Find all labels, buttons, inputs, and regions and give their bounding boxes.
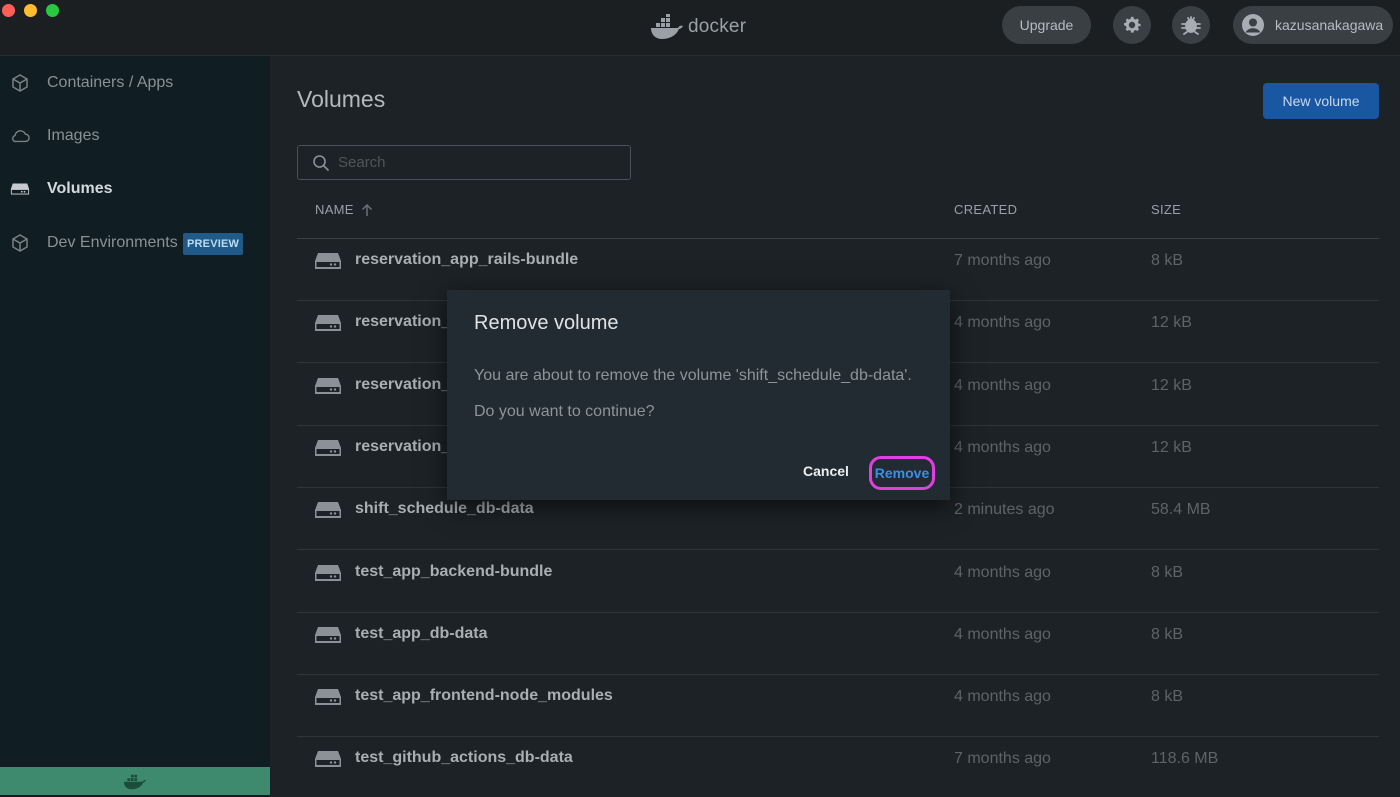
- volume-name: reservation_: [355, 437, 451, 455]
- volume-created: 4 months ago: [954, 563, 1051, 581]
- table-row[interactable]: test_app_db-data 4 months ago 8 kB: [297, 613, 1379, 675]
- sidebar-item-label: Images: [47, 127, 100, 144]
- volume-created: 4 months ago: [954, 625, 1051, 643]
- sidebar-item-label: Volumes: [47, 180, 113, 197]
- dialog-question: Do you want to continue?: [474, 403, 655, 420]
- whale-icon: [123, 774, 147, 790]
- troubleshoot-button[interactable]: [1172, 6, 1210, 44]
- volume-disk-icon: [314, 687, 342, 712]
- table-row[interactable]: test_app_frontend-node_modules 4 months a…: [297, 675, 1379, 738]
- column-header-size[interactable]: SIZE: [1151, 202, 1181, 217]
- column-header-created[interactable]: CREATED: [954, 202, 1017, 217]
- cancel-button[interactable]: Cancel: [791, 456, 861, 486]
- volume-disk-icon: [314, 313, 342, 338]
- volume-size: 58.4 MB: [1151, 501, 1211, 519]
- sidebar-item-label: Containers / Apps: [47, 74, 174, 91]
- settings-button[interactable]: [1113, 6, 1151, 44]
- logo-text: docker: [688, 16, 747, 37]
- dialog-title: Remove volume: [474, 312, 619, 334]
- sidebar-item-dev-environments[interactable]: Dev Environments PREVIEW: [0, 223, 270, 263]
- sidebar: Containers / Apps Images Volumes Dev Env…: [0, 56, 270, 797]
- whale-icon: [651, 14, 683, 39]
- volume-name: reservation_: [355, 375, 451, 393]
- volume-name: reservation_app_rails-bundle: [355, 251, 579, 268]
- maximize-window-button[interactable]: [46, 4, 59, 17]
- volume-created: 4 months ago: [954, 376, 1051, 394]
- volume-name: reservation_: [355, 313, 451, 331]
- upgrade-button[interactable]: Upgrade: [1002, 6, 1091, 44]
- user-avatar-icon: [1242, 14, 1264, 36]
- volume-size: 8 kB: [1151, 688, 1184, 706]
- disk-icon: [10, 179, 30, 199]
- volume-name: shift_schedule_db-data: [355, 500, 534, 518]
- gear-icon: [1124, 16, 1141, 33]
- volume-size: 8 kB: [1151, 625, 1184, 643]
- remove-volume-dialog: Remove volume You are about to remove th…: [447, 290, 950, 500]
- volume-disk-icon: [314, 749, 342, 774]
- volume-created: 4 months ago: [954, 438, 1051, 456]
- sidebar-item-containers[interactable]: Containers / Apps: [0, 63, 270, 103]
- page-title: Volumes: [297, 86, 386, 112]
- sort-ascending-icon: [361, 203, 372, 216]
- preview-badge: PREVIEW: [183, 233, 244, 255]
- dialog-message: You are about to remove the volume 'shif…: [474, 367, 912, 384]
- volume-disk-icon: [314, 251, 342, 276]
- remove-button[interactable]: Remove: [869, 456, 935, 490]
- column-header-label: CREATED: [954, 202, 1018, 217]
- table-row[interactable]: test_github_actions_db-data 7 months ago 1…: [297, 737, 1379, 797]
- engine-status-bar[interactable]: [0, 767, 270, 795]
- search-icon: [313, 155, 330, 172]
- volume-created: 4 months ago: [954, 688, 1051, 706]
- volume-name: test_github_actions_db-data: [355, 749, 573, 767]
- volume-size: 12 kB: [1151, 314, 1192, 332]
- account-button[interactable]: kazusanakagawa: [1233, 6, 1393, 44]
- cube-icon: [10, 233, 30, 253]
- column-header-label: SIZE: [1151, 202, 1182, 217]
- search-box[interactable]: [297, 145, 631, 180]
- sidebar-item-volumes[interactable]: Volumes: [0, 169, 270, 209]
- bug-icon: [1181, 16, 1201, 35]
- volume-size: 118.6 MB: [1151, 750, 1219, 768]
- volume-disk-icon: [314, 625, 342, 650]
- column-header-name[interactable]: NAME: [315, 202, 374, 217]
- table-row[interactable]: test_app_backend-bundle 4 months ago 8 kB: [297, 551, 1379, 613]
- new-volume-button[interactable]: New volume: [1263, 83, 1379, 119]
- volume-name: test_app_frontend-node_modules: [355, 687, 613, 705]
- volume-created: 7 months ago: [954, 750, 1051, 768]
- volume-size: 8 kB: [1151, 563, 1184, 581]
- column-header-label: NAME: [315, 202, 354, 217]
- title-bar: docker Upgrade kazusanakagawa: [0, 0, 1400, 56]
- volume-created: 2 minutes ago: [954, 501, 1055, 519]
- sidebar-item-images[interactable]: Images: [0, 116, 270, 156]
- minimize-window-button[interactable]: [24, 4, 37, 17]
- cloud-icon: [10, 126, 30, 146]
- volume-name: test_app_backend-bundle: [355, 562, 553, 580]
- volume-created: 4 months ago: [954, 314, 1051, 332]
- container-icon: [10, 73, 30, 93]
- volume-size: 12 kB: [1151, 376, 1192, 394]
- close-window-button[interactable]: [2, 4, 15, 17]
- username-label: kazusanakagawa: [1275, 17, 1384, 33]
- volume-disk-icon: [314, 500, 342, 525]
- search-input[interactable]: [338, 146, 618, 179]
- volume-disk-icon: [314, 376, 342, 401]
- volume-disk-icon: [314, 563, 342, 588]
- volume-disk-icon: [314, 438, 342, 463]
- volume-created: 7 months ago: [954, 252, 1051, 269]
- volume-name: test_app_db-data: [355, 624, 488, 642]
- volume-size: 8 kB: [1151, 252, 1184, 269]
- docker-logo: docker: [650, 12, 746, 42]
- volume-size: 12 kB: [1151, 438, 1192, 456]
- sidebar-item-label: Dev Environments: [47, 234, 178, 251]
